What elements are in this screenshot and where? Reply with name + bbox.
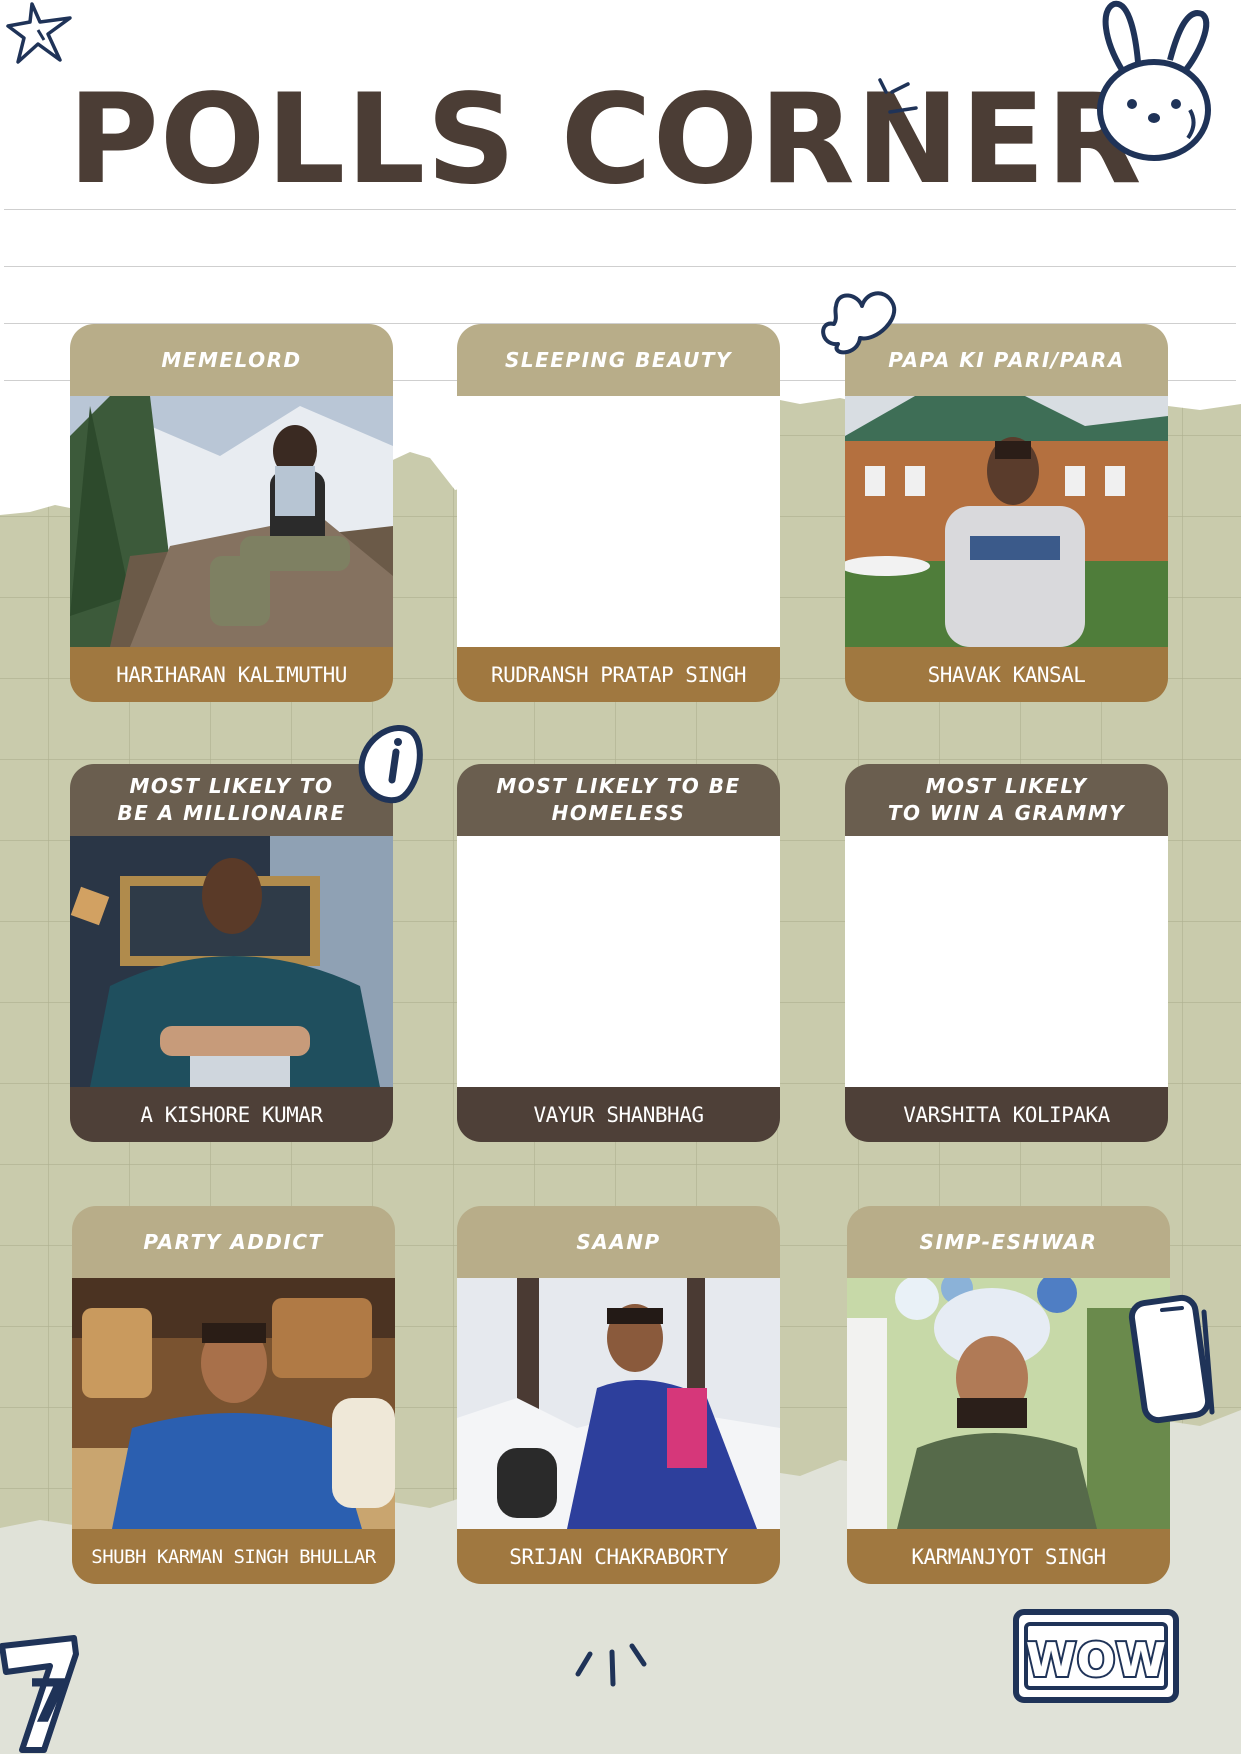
award-title: PAPA KI PARI/PARA [888, 347, 1125, 372]
nominee-name-bar: SHAVAK KANSAL [845, 647, 1168, 702]
award-header: SIMP-ESHWAR [847, 1206, 1170, 1278]
nominee-photo [847, 1278, 1170, 1529]
info-icon [358, 724, 423, 804]
nominee-name-bar: RUDRANSH PRATAP SINGH [457, 647, 780, 702]
nominee-name-bar: A KISHORE KUMAR [70, 1087, 393, 1142]
nominee-name-bar: SRIJAN CHAKRABORTY [457, 1529, 780, 1584]
nominee-photo [845, 396, 1168, 647]
heart-icon [821, 291, 897, 355]
award-title: MEMELORD [161, 347, 302, 372]
award-title: PARTY ADDICT [143, 1229, 324, 1254]
award-header: SLEEPING BEAUTY [457, 324, 780, 396]
nominee-photo-empty [457, 836, 780, 1087]
bunny-icon [1097, 0, 1211, 161]
award-title: SAANP [576, 1229, 661, 1254]
nominee-name: RUDRANSH PRATAP SINGH [490, 662, 747, 687]
poll-card: PARTY ADDICT SHUBH KARMAN SINGH BHULLAR [72, 1206, 395, 1584]
wow-label: WOW [1026, 1633, 1167, 1687]
award-header: MOST LIKELY TO BE A MILLIONAIRE [70, 764, 393, 836]
nominee-name: SHAVAK KANSAL [927, 662, 1086, 687]
nominee-photo-empty [457, 396, 780, 647]
number-seven-sticker: 7 [0, 1635, 79, 1753]
poll-card: MEMELORD HARIHARAN KALIMUTHU [70, 324, 393, 702]
sparkle-icon [575, 1643, 647, 1687]
nominee-name: HARIHARAN KALIMUTHU [116, 662, 347, 687]
nominee-photo [70, 396, 393, 647]
nominee-name: KARMANJYOT SINGH [911, 1544, 1106, 1569]
star-icon [6, 2, 72, 64]
sparkle-icon [878, 78, 918, 114]
nominee-name-bar: VARSHITA KOLIPAKA [845, 1087, 1168, 1142]
wow-sticker: WOW [1013, 1609, 1179, 1703]
nominee-name: SHUBH KARMAN SINGH BHULLAR [91, 1545, 376, 1568]
poll-card: MOST LIKELY TO BE HOMELESS VAYUR SHANBHA… [457, 764, 780, 1142]
poll-card: PAPA KI PARI/PARA SHAVAK KANSAL [845, 324, 1168, 702]
nominee-name: VARSHITA KOLIPAKA [903, 1102, 1110, 1127]
phone-icon [1128, 1294, 1215, 1424]
nominee-photo [70, 836, 393, 1087]
award-header: MOST LIKELY TO BE HOMELESS [457, 764, 780, 836]
poll-card: SLEEPING BEAUTY RUDRANSH PRATAP SINGH [457, 324, 780, 702]
nominee-name-bar: VAYUR SHANBHAG [457, 1087, 780, 1142]
award-header: MEMELORD [70, 324, 393, 396]
award-header: PARTY ADDICT [72, 1206, 395, 1278]
nominee-name: VAYUR SHANBHAG [533, 1102, 704, 1127]
nominee-name-bar: KARMANJYOT SINGH [847, 1529, 1170, 1584]
award-title: SIMP-ESHWAR [919, 1229, 1098, 1254]
nominee-photo-empty [845, 836, 1168, 1087]
poll-card: SIMP-ESHWAR KARMANJYOT SINGH [847, 1206, 1170, 1584]
award-header: SAANP [457, 1206, 780, 1278]
nominee-name-bar: SHUBH KARMAN SINGH BHULLAR [72, 1529, 395, 1584]
number-sticker-label: 7 [28, 1667, 70, 1737]
nominee-photo [72, 1278, 395, 1529]
poll-card: MOST LIKELY TO BE A MILLIONAIRE A KISHOR… [70, 764, 393, 1142]
nominee-name-bar: HARIHARAN KALIMUTHU [70, 647, 393, 702]
page-title: POLLS CORNER [68, 68, 1143, 212]
nominee-name: A KISHORE KUMAR [140, 1102, 323, 1127]
poll-card: SAANP SRIJAN CHAKRABORTY [457, 1206, 780, 1584]
award-title: MOST LIKELY TO BE HOMELESS [496, 774, 741, 825]
nominee-photo [457, 1278, 780, 1529]
award-header: MOST LIKELY TO WIN A GRAMMY [845, 764, 1168, 836]
award-title: SLEEPING BEAUTY [504, 347, 733, 372]
nominee-name: SRIJAN CHAKRABORTY [509, 1544, 728, 1569]
award-title: MOST LIKELY TO WIN A GRAMMY [887, 774, 1126, 825]
poster-page: POLLS CORNER MEMELORD HARIHARAN KALIMUTH… [0, 0, 1241, 1754]
poll-card: MOST LIKELY TO WIN A GRAMMY VARSHITA KOL… [845, 764, 1168, 1142]
ruled-line [4, 266, 1236, 267]
award-title: MOST LIKELY TO BE A MILLIONAIRE [117, 774, 346, 825]
